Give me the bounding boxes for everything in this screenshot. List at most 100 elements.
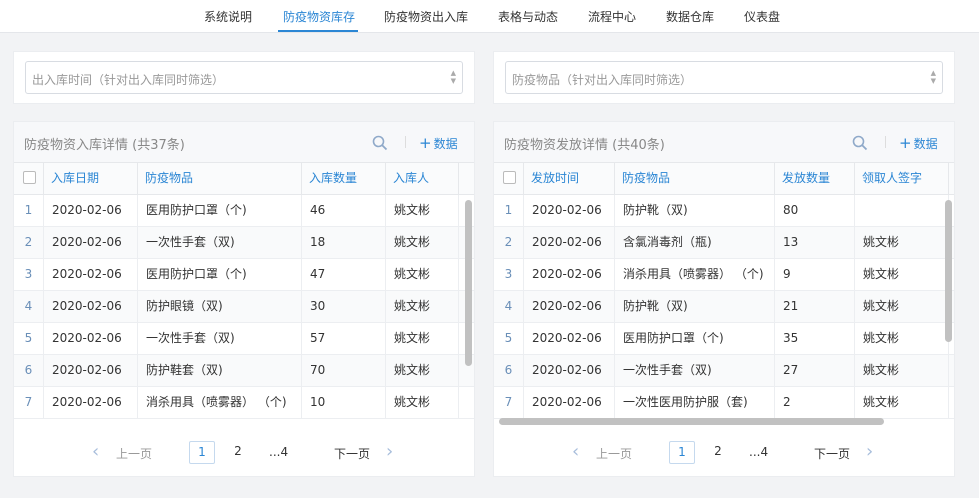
vertical-scrollbar[interactable] bbox=[465, 200, 472, 366]
row-date: 2020-02-06 bbox=[44, 195, 138, 226]
table-row[interactable]: 1 2020-02-06 医用防护口罩（个) 46 姚文彬 bbox=[14, 195, 474, 227]
select-all-checkbox[interactable] bbox=[503, 171, 516, 184]
add-data-button[interactable]: + 数据 bbox=[419, 134, 458, 152]
row-index: 5 bbox=[494, 323, 524, 354]
prev-page-button[interactable]: ‹ 上一页 bbox=[92, 441, 152, 462]
search-icon[interactable] bbox=[852, 135, 868, 151]
top-nav: 系统说明 防疫物资库存 防疫物资出入库 表格与动态 流程中心 数据仓库 仪表盘 bbox=[0, 0, 979, 33]
next-page-button[interactable]: 下一页 › bbox=[814, 441, 873, 462]
row-date: 2020-02-06 bbox=[44, 259, 138, 290]
row-person: 姚文彬 bbox=[386, 195, 459, 226]
horizontal-scrollbar[interactable] bbox=[499, 418, 884, 425]
row-qty: 70 bbox=[302, 355, 386, 386]
tab-supplies-in-out[interactable]: 防疫物资出入库 bbox=[384, 8, 468, 25]
row-item: 防护靴（双) bbox=[615, 195, 775, 226]
row-qty: 13 bbox=[775, 227, 855, 258]
add-data-button[interactable]: + 数据 bbox=[899, 134, 938, 152]
supply-item-filter-select[interactable]: 防疫物品（针对出入库同时筛选） ▲ ▼ bbox=[505, 61, 943, 94]
table-row[interactable]: 6 2020-02-06 一次性手套（双) 27 姚文彬 bbox=[494, 355, 954, 387]
chevron-left-icon: ‹ bbox=[572, 441, 580, 462]
col-header-item[interactable]: 防疫物品 bbox=[138, 163, 302, 194]
row-item: 含氯消毒剂（瓶) bbox=[615, 227, 775, 258]
table-row[interactable]: 4 2020-02-06 防护靴（双) 21 姚文彬 bbox=[494, 291, 954, 323]
plus-icon: + bbox=[899, 134, 912, 152]
row-index: 7 bbox=[14, 387, 44, 418]
row-index: 2 bbox=[494, 227, 524, 258]
row-index: 1 bbox=[494, 195, 524, 226]
row-date: 2020-02-06 bbox=[524, 227, 615, 258]
table-row[interactable]: 6 2020-02-06 防护鞋套（双) 70 姚文彬 bbox=[14, 355, 474, 387]
row-person: 姚文彬 bbox=[386, 387, 459, 418]
supply-item-filter-placeholder: 防疫物品（针对出入库同时筛选） bbox=[512, 73, 693, 87]
select-all-checkbox[interactable] bbox=[23, 171, 36, 184]
active-tab-indicator bbox=[278, 30, 358, 32]
table-row[interactable]: 2 2020-02-06 含氯消毒剂（瓶) 13 姚文彬 bbox=[494, 227, 954, 259]
row-person: 姚文彬 bbox=[855, 387, 949, 418]
page-last-button[interactable]: ...4 bbox=[269, 445, 288, 459]
row-item: 一次性手套（双) bbox=[138, 323, 302, 354]
row-index: 4 bbox=[14, 291, 44, 322]
tab-system-intro[interactable]: 系统说明 bbox=[204, 8, 252, 25]
prev-page-button[interactable]: ‹ 上一页 bbox=[572, 441, 633, 462]
tab-supplies-inventory[interactable]: 防疫物资库存 bbox=[283, 8, 355, 25]
row-person: 姚文彬 bbox=[386, 355, 459, 386]
table-row[interactable]: 7 2020-02-06 消杀用具（喷雾器） （个) 10 姚文彬 bbox=[14, 387, 474, 419]
table-row[interactable]: 7 2020-02-06 一次性医用防护服（套) 2 姚文彬 bbox=[494, 387, 954, 419]
outbound-details-panel: 防疫物资发放详情 (共40条) + 数据 发放时间 防疫物品 发放数量 领取人签字… bbox=[493, 121, 955, 477]
col-header-qty[interactable]: 入库数量 bbox=[302, 163, 386, 194]
row-qty: 80 bbox=[775, 195, 855, 226]
row-item: 消杀用具（喷雾器） （个) bbox=[138, 387, 302, 418]
page-1-button[interactable]: 1 bbox=[669, 441, 695, 464]
row-index: 1 bbox=[14, 195, 44, 226]
row-index: 4 bbox=[494, 291, 524, 322]
col-header-item[interactable]: 防疫物品 bbox=[615, 163, 775, 194]
row-qty: 30 bbox=[302, 291, 386, 322]
col-header-date[interactable]: 发放时间 bbox=[524, 163, 615, 194]
inbound-details-panel: 防疫物资入库详情 (共37条) + 数据 入库日期 防疫物品 入库数量 入库人 1… bbox=[13, 121, 475, 477]
col-header-signature[interactable]: 领取人签字 bbox=[855, 163, 949, 194]
row-date: 2020-02-06 bbox=[524, 323, 615, 354]
table-row[interactable]: 3 2020-02-06 医用防护口罩（个) 47 姚文彬 bbox=[14, 259, 474, 291]
row-person: 姚文彬 bbox=[855, 259, 949, 290]
table-row[interactable]: 1 2020-02-06 防护靴（双) 80 bbox=[494, 195, 954, 227]
select-arrows-icon: ▲ ▼ bbox=[930, 69, 936, 85]
row-index: 2 bbox=[14, 227, 44, 258]
row-date: 2020-02-06 bbox=[524, 195, 615, 226]
row-date: 2020-02-06 bbox=[524, 387, 615, 418]
table-row[interactable]: 2 2020-02-06 一次性手套（双) 18 姚文彬 bbox=[14, 227, 474, 259]
table-row[interactable]: 5 2020-02-06 医用防护口罩（个) 35 姚文彬 bbox=[494, 323, 954, 355]
tab-workflow-center[interactable]: 流程中心 bbox=[588, 8, 636, 25]
row-item: 一次性手套（双) bbox=[615, 355, 775, 386]
row-index: 7 bbox=[494, 387, 524, 418]
tab-data-warehouse[interactable]: 数据仓库 bbox=[666, 8, 714, 25]
table-row[interactable]: 3 2020-02-06 消杀用具（喷雾器） （个) 9 姚文彬 bbox=[494, 259, 954, 291]
row-index: 3 bbox=[14, 259, 44, 290]
tab-dashboard[interactable]: 仪表盘 bbox=[744, 8, 780, 25]
panel-title: 防疫物资发放详情 (共40条) bbox=[504, 138, 665, 153]
page-last-button[interactable]: ...4 bbox=[749, 445, 768, 459]
row-item: 医用防护口罩（个) bbox=[138, 259, 302, 290]
col-header-qty[interactable]: 发放数量 bbox=[775, 163, 855, 194]
search-icon[interactable] bbox=[372, 135, 388, 151]
row-item: 医用防护口罩（个) bbox=[138, 195, 302, 226]
col-header-date[interactable]: 入库日期 bbox=[44, 163, 138, 194]
page-2-button[interactable]: 2 bbox=[705, 441, 731, 464]
panel-title: 防疫物资入库详情 (共37条) bbox=[24, 138, 185, 153]
row-person: 姚文彬 bbox=[386, 291, 459, 322]
vertical-scrollbar[interactable] bbox=[945, 200, 952, 342]
row-item: 一次性医用防护服（套) bbox=[615, 387, 775, 418]
divider bbox=[885, 136, 886, 148]
page-2-button[interactable]: 2 bbox=[225, 441, 251, 464]
row-item: 医用防护口罩（个) bbox=[615, 323, 775, 354]
pagination: ‹ 上一页 1 2 ...4 下一页 › bbox=[14, 431, 474, 475]
inout-time-filter-select[interactable]: 出入库时间（针对出入库同时筛选） ▲ ▼ bbox=[25, 61, 463, 94]
row-date: 2020-02-06 bbox=[44, 355, 138, 386]
row-date: 2020-02-06 bbox=[44, 323, 138, 354]
next-page-button[interactable]: 下一页 › bbox=[334, 441, 393, 462]
table-row[interactable]: 4 2020-02-06 防护眼镜（双) 30 姚文彬 bbox=[14, 291, 474, 323]
table-row[interactable]: 5 2020-02-06 一次性手套（双) 57 姚文彬 bbox=[14, 323, 474, 355]
page-1-button[interactable]: 1 bbox=[189, 441, 215, 464]
prev-page-label: 上一页 bbox=[596, 447, 633, 461]
col-header-person[interactable]: 入库人 bbox=[386, 163, 459, 194]
tab-tables-dynamics[interactable]: 表格与动态 bbox=[498, 8, 558, 25]
